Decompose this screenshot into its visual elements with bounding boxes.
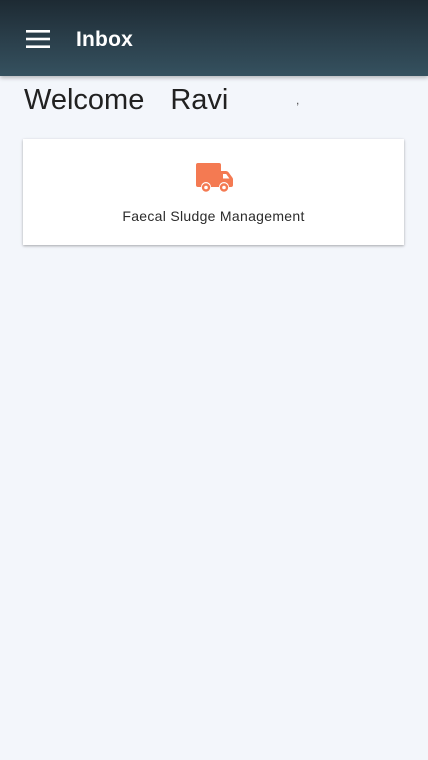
page-title: Inbox [76,28,133,51]
truck-icon [196,163,233,192]
welcome-greeting: Welcome [24,84,145,116]
hamburger-menu-icon [26,30,50,48]
menu-button[interactable] [22,24,54,54]
welcome-banner: Welcome Ravi , [24,82,299,118]
module-card-fsm[interactable]: Faecal Sludge Management [23,139,404,245]
module-label: Faecal Sludge Management [122,208,305,224]
welcome-trailing-mark: , [296,93,300,107]
welcome-user-name: Ravi [170,84,229,116]
app-screen: Inbox Welcome Ravi , Faecal Sludge Manag… [0,0,428,760]
top-app-bar: Inbox [0,0,428,76]
